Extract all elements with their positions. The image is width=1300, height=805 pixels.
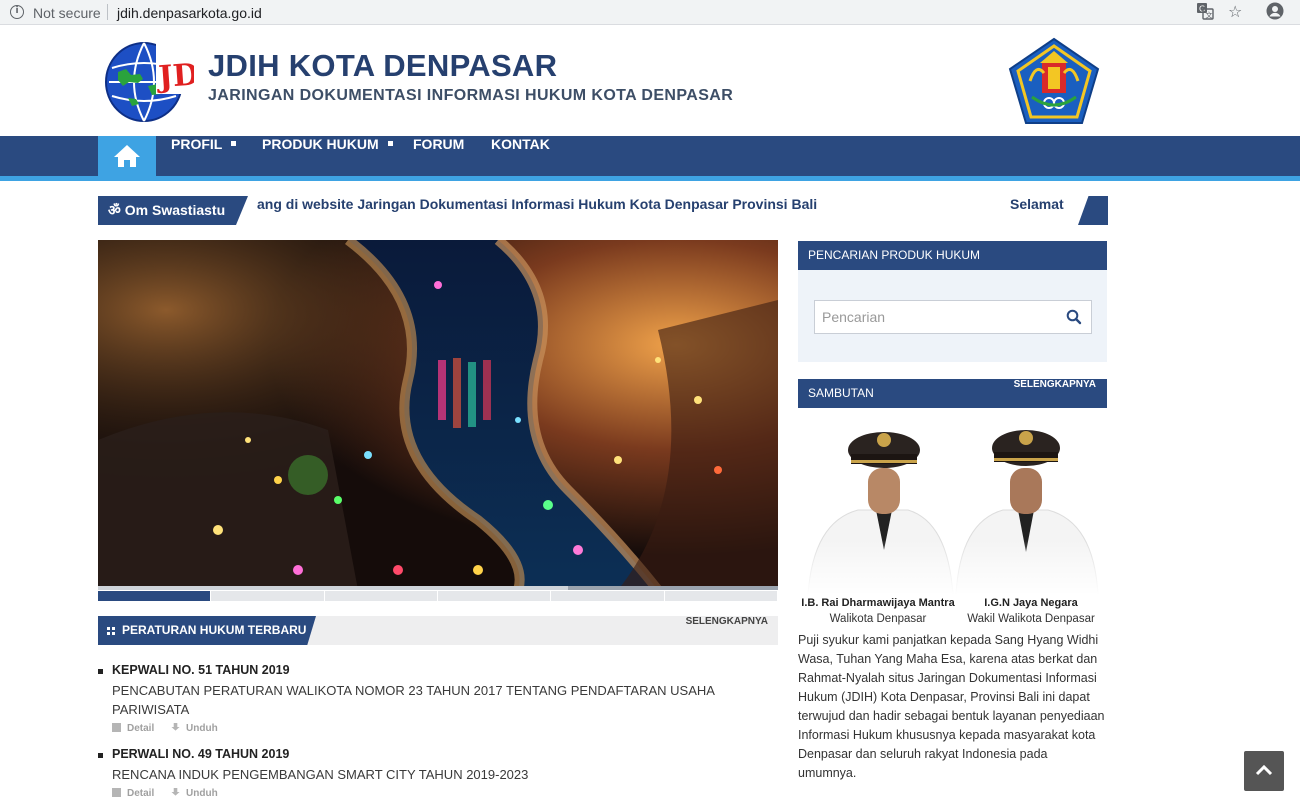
svg-text:JDIH: JDIH: [154, 54, 194, 95]
om-icon: ॐ: [108, 203, 121, 219]
info-icon[interactable]: i: [10, 5, 24, 19]
security-label[interactable]: Not secure: [33, 5, 101, 21]
download-link[interactable]: Unduh: [171, 788, 218, 799]
sambutan-more-link[interactable]: SELENGKAPNYA: [1014, 379, 1096, 390]
latest-laws-more-link[interactable]: SELENGKAPNYA: [686, 616, 768, 627]
slider-progress-bar: [98, 586, 778, 590]
latest-laws-title: PERATURAN HUKUM TERBARU: [98, 616, 316, 645]
chevron-up-icon: [1255, 764, 1273, 776]
law-title[interactable]: PERWALI NO. 49 TAHUN 2019: [112, 747, 289, 761]
detail-link[interactable]: Detail: [112, 723, 154, 734]
sambutan-text: Puji syukur kami panjatkan kepada Sang H…: [798, 633, 1105, 780]
law-description: RENCANA INDUK PENGEMBANGAN SMART CITY TA…: [112, 767, 529, 782]
officials-portrait: [798, 410, 1107, 596]
edit-icon: [112, 723, 121, 732]
nav-item-produk-hukum[interactable]: PRODUK HUKUM: [262, 136, 393, 176]
ticker-label: ॐ Om Swastiastu: [98, 196, 248, 225]
nav-item-kontak[interactable]: KONTAK: [491, 136, 550, 176]
news-ticker: ॐ Om Swastiastu ang di website Jaringan D…: [98, 196, 1108, 225]
slider-dot[interactable]: [664, 591, 778, 601]
site-title[interactable]: JDIH KOTA DENPASAR: [208, 48, 557, 84]
slider-dot[interactable]: [551, 591, 665, 601]
slider-dot[interactable]: [324, 591, 438, 601]
dropdown-indicator-icon: [231, 140, 237, 146]
official-name: I.B. Rai Dharmawijaya Mantra: [801, 597, 955, 609]
slider-dot[interactable]: [211, 591, 325, 601]
bookmark-star-icon[interactable]: ☆: [1228, 2, 1242, 21]
search-icon[interactable]: [1066, 309, 1082, 325]
official-role: Wakil Walikota Denpasar: [967, 613, 1095, 625]
jdih-logo[interactable]: JDIH: [104, 38, 242, 124]
bullet-icon: [98, 669, 103, 674]
official-name: I.G.N Jaya Negara: [984, 597, 1078, 609]
download-link[interactable]: Unduh: [171, 723, 218, 734]
official-role: Walikota Denpasar: [829, 613, 927, 625]
officials-photo: I.B. Rai Dharmawijaya Mantra Walikota De…: [798, 410, 1107, 630]
law-actions: Detail Unduh: [112, 723, 232, 734]
slider-pagination: [98, 591, 778, 601]
browser-address-bar: i Not secure jdih.denpasarkota.go.id G文 …: [0, 0, 1300, 25]
law-description: PENCABUTAN PERATURAN WALIKOTA NOMOR 23 T…: [112, 683, 715, 717]
nav-accent-stripe: [0, 176, 1300, 181]
search-input[interactable]: Pencarian: [814, 300, 1092, 334]
slider-dot[interactable]: [437, 591, 552, 601]
url-field[interactable]: jdih.denpasarkota.go.id: [117, 5, 262, 21]
divider: [107, 4, 108, 20]
nav-item-forum[interactable]: FORUM: [413, 136, 464, 176]
download-icon: [171, 788, 180, 796]
nav-home-button[interactable]: [98, 136, 156, 176]
image-slider[interactable]: [98, 240, 778, 590]
ticker-tab: [1078, 196, 1108, 225]
denpasar-emblem-icon: [1008, 37, 1100, 125]
law-actions: Detail Unduh: [112, 788, 232, 799]
list-item: PERWALI NO. 49 TAHUN 2019 RENCANA INDUK …: [98, 747, 778, 802]
ticker-text-end[interactable]: Selamat: [1010, 196, 1064, 212]
slider-dot[interactable]: [98, 591, 212, 601]
edit-icon: [112, 788, 121, 797]
list-item: KEPWALI NO. 51 TAHUN 2019 PENCABUTAN PER…: [98, 663, 778, 743]
main-nav: PROFIL PRODUK HUKUM FORUM KONTAK: [0, 136, 1300, 176]
slide-image: [98, 240, 778, 590]
svg-text:文: 文: [1206, 11, 1213, 20]
sambutan-header: SAMBUTAN SELENGKAPNYA: [798, 379, 1107, 408]
nav-item-profil[interactable]: PROFIL: [171, 136, 237, 176]
back-to-top-button[interactable]: [1244, 751, 1284, 791]
site-subtitle: JARINGAN DOKUMENTASI INFORMASI HUKUM KOT…: [208, 87, 734, 104]
download-icon: [171, 723, 180, 731]
grid-icon: [107, 627, 115, 635]
latest-laws-header: PERATURAN HUKUM TERBARU SELENGKAPNYA: [98, 616, 778, 645]
detail-link[interactable]: Detail: [112, 788, 154, 799]
search-panel-header: PENCARIAN PRODUK HUKUM: [798, 241, 1107, 270]
ticker-text[interactable]: ang di website Jaringan Dokumentasi Info…: [257, 196, 817, 225]
dropdown-indicator-icon: [387, 140, 393, 146]
bullet-icon: [98, 753, 103, 758]
law-title[interactable]: KEPWALI NO. 51 TAHUN 2019: [112, 663, 290, 677]
search-panel: Pencarian: [798, 270, 1107, 362]
home-icon: [114, 145, 140, 167]
site-header: JDIH JDIH KOTA DENPASAR JARINGAN DOKUMEN…: [0, 25, 1300, 136]
account-icon[interactable]: [1266, 2, 1284, 24]
translate-icon[interactable]: G文: [1196, 2, 1214, 24]
